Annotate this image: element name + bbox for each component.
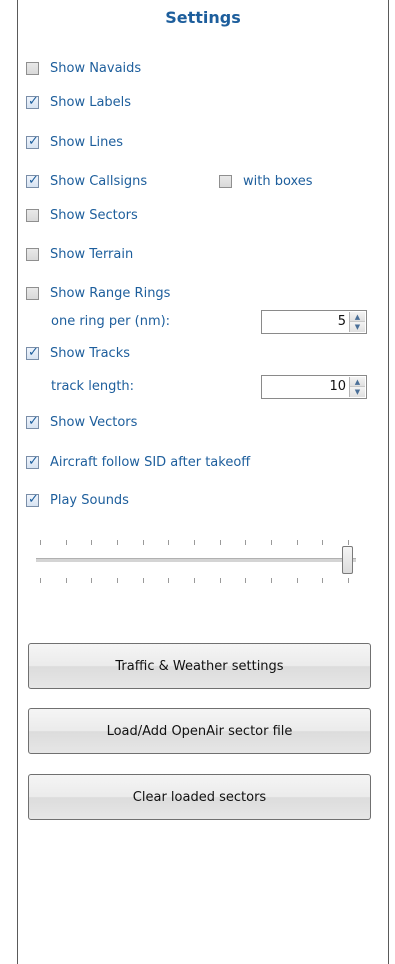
option-show-terrain[interactable]: Show Terrain xyxy=(26,243,133,265)
ring-spacing-label: one ring per (nm): xyxy=(51,314,171,329)
track-length-spinbox[interactable]: 10 ▲ ▼ xyxy=(261,375,367,399)
checkmark-icon: ✓ xyxy=(28,93,39,109)
checkmark-icon: ✓ xyxy=(28,133,39,149)
option-show-labels[interactable]: ✓ Show Labels xyxy=(26,91,131,113)
checkbox[interactable] xyxy=(219,174,232,188)
slider-tick xyxy=(296,540,298,545)
slider-tick xyxy=(40,540,41,545)
checkmark-icon: ✓ xyxy=(28,453,39,469)
slider-tick xyxy=(219,578,221,583)
option-play-sounds[interactable]: ✓ Play Sounds xyxy=(26,489,129,511)
slider-tick xyxy=(348,578,349,583)
slider-tick xyxy=(168,578,170,583)
slider-ticks-bottom xyxy=(36,578,356,584)
checkmark-icon: ✓ xyxy=(28,491,39,507)
slider-thumb[interactable] xyxy=(342,546,353,574)
arrow-up-icon[interactable]: ▲ xyxy=(350,312,365,322)
checkbox[interactable]: ✓ xyxy=(26,133,39,149)
option-show-sectors[interactable]: Show Sectors xyxy=(26,204,138,226)
option-label: Show Range Rings xyxy=(50,285,171,301)
option-label: Show Vectors xyxy=(50,414,138,430)
arrow-down-icon[interactable]: ▼ xyxy=(350,322,365,332)
checkbox[interactable] xyxy=(26,61,39,75)
slider-tick xyxy=(271,540,272,545)
checkmark-icon: ✓ xyxy=(28,172,39,188)
checkbox[interactable]: ✓ xyxy=(26,413,39,429)
option-show-lines[interactable]: ✓ Show Lines xyxy=(26,131,123,153)
track-length-label: track length: xyxy=(51,379,135,394)
option-show-vectors[interactable]: ✓ Show Vectors xyxy=(26,411,137,433)
slider-tick xyxy=(65,578,67,583)
panel-title: Settings xyxy=(165,8,241,27)
option-label: Show Sectors xyxy=(50,207,138,223)
slider-tick xyxy=(348,540,349,545)
option-label: with boxes xyxy=(243,173,313,189)
option-label: Play Sounds xyxy=(50,492,129,508)
checkbox[interactable] xyxy=(26,247,39,261)
clear-sectors-button[interactable]: Clear loaded sectors xyxy=(28,774,371,820)
option-show-tracks[interactable]: ✓ Show Tracks xyxy=(26,342,130,364)
spinbox-value[interactable]: 5 xyxy=(338,314,346,329)
checkbox[interactable]: ✓ xyxy=(26,344,39,360)
slider-tick xyxy=(65,540,67,545)
checkbox[interactable]: ✓ xyxy=(26,172,39,188)
option-label: Show Tracks xyxy=(50,345,130,361)
slider-tick xyxy=(194,540,195,545)
slider-tick xyxy=(194,578,195,583)
option-show-navaids[interactable]: Show Navaids xyxy=(26,57,141,79)
slider-track[interactable] xyxy=(36,558,356,562)
spinbox-value[interactable]: 10 xyxy=(329,379,346,394)
option-label: Show Navaids xyxy=(50,60,142,76)
checkbox[interactable] xyxy=(26,286,39,300)
option-follow-sid[interactable]: ✓ Aircraft follow SID after takeoff xyxy=(26,451,250,473)
checkmark-icon: ✓ xyxy=(28,413,39,429)
slider-tick xyxy=(296,578,298,583)
slider-tick xyxy=(91,578,93,583)
option-show-callsigns[interactable]: ✓ Show Callsigns xyxy=(26,170,147,192)
slider-tick xyxy=(245,578,247,583)
checkbox[interactable] xyxy=(26,208,39,222)
slider-tick xyxy=(117,540,118,545)
traffic-weather-settings-button[interactable]: Traffic & Weather settings xyxy=(28,643,371,689)
option-label: Show Labels xyxy=(50,94,132,110)
arrow-up-icon[interactable]: ▲ xyxy=(350,377,365,387)
option-with-boxes[interactable]: with boxes xyxy=(219,170,313,192)
checkbox[interactable]: ✓ xyxy=(26,93,39,109)
slider-tick xyxy=(91,540,93,545)
checkmark-icon: ✓ xyxy=(28,344,39,360)
option-show-range-rings[interactable]: Show Range Rings xyxy=(26,282,170,304)
slider-tick xyxy=(117,578,118,583)
option-label: Show Lines xyxy=(50,134,124,150)
slider-tick xyxy=(245,540,247,545)
slider-tick xyxy=(142,540,144,545)
settings-panel: Settings Show Navaids ✓ Show Labels ✓ Sh… xyxy=(17,0,389,964)
arrow-down-icon[interactable]: ▼ xyxy=(350,387,365,397)
checkbox[interactable]: ✓ xyxy=(26,453,39,469)
slider-tick xyxy=(322,540,324,545)
option-label: Aircraft follow SID after takeoff xyxy=(50,454,251,470)
checkbox[interactable]: ✓ xyxy=(26,491,39,507)
slider-ticks-top xyxy=(36,540,356,546)
slider-tick xyxy=(168,540,170,545)
slider-tick xyxy=(219,540,221,545)
volume-slider[interactable] xyxy=(36,538,356,588)
slider-tick xyxy=(142,578,144,583)
ring-spacing-spinbox[interactable]: 5 ▲ ▼ xyxy=(261,310,367,334)
slider-tick xyxy=(271,578,272,583)
load-sector-file-button[interactable]: Load/Add OpenAir sector file xyxy=(28,708,371,754)
option-label: Show Terrain xyxy=(50,246,134,262)
option-label: Show Callsigns xyxy=(50,173,148,189)
slider-tick xyxy=(322,578,324,583)
slider-tick xyxy=(40,578,41,583)
